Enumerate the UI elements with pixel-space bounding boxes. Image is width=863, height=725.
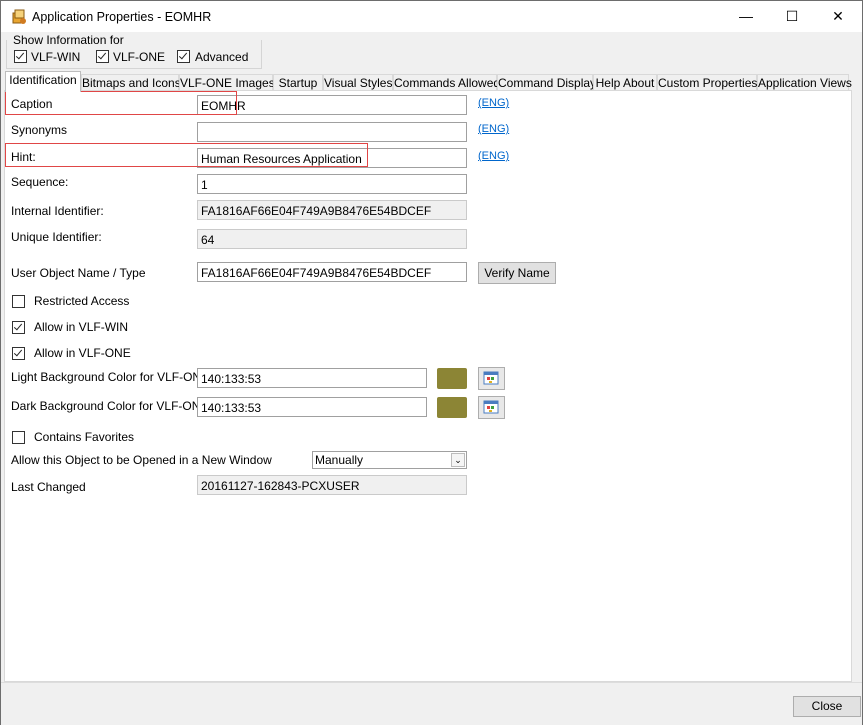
user-object-name-label: User Object Name / Type <box>11 266 146 280</box>
open-new-window-select[interactable]: Manually ⌄ <box>312 451 467 469</box>
dark-background-color-input[interactable]: 140:133:53 <box>197 397 427 417</box>
allow-vlf-win-checkbox[interactable] <box>12 321 25 334</box>
synonyms-label: Synonyms <box>11 123 68 137</box>
advanced-label: Advanced <box>195 50 249 64</box>
tab-visual-styles[interactable]: Visual Styles <box>323 74 393 91</box>
open-new-window-label: Allow this Object to be Opened in a New … <box>11 453 272 467</box>
allow-vlf-one-checkbox[interactable] <box>12 347 25 360</box>
close-icon: ✕ <box>832 8 844 24</box>
vlf-win-checkbox[interactable] <box>14 50 27 63</box>
light-color-picker-button[interactable] <box>478 367 505 390</box>
light-background-color-label: Light Background Color for VLF-ONE <box>11 370 210 384</box>
tab-custom-properties[interactable]: Custom Properties <box>657 74 757 91</box>
caption-input[interactable]: EOMHR <box>197 95 467 115</box>
contains-favorites-label: Contains Favorites <box>34 430 135 444</box>
close-window-button[interactable]: ✕ <box>815 1 861 32</box>
dark-background-color-swatch[interactable] <box>437 397 467 418</box>
maximize-button[interactable]: ☐ <box>769 1 815 32</box>
caption-language-link[interactable]: (ENG) <box>478 97 509 109</box>
allow-vlf-one-label: Allow in VLF-ONE <box>34 346 131 360</box>
vlf-win-label: VLF-WIN <box>31 50 81 64</box>
color-picker-icon <box>483 371 499 385</box>
synonyms-input[interactable] <box>197 122 467 142</box>
light-background-color-input[interactable]: 140:133:53 <box>197 368 427 388</box>
hint-highlight-box <box>5 143 368 167</box>
user-object-name-input[interactable]: FA1816AF66E04F749A9B8476E54BDCEF <box>197 262 467 282</box>
last-changed-label: Last Changed <box>11 480 86 494</box>
title-bar[interactable]: Application Properties - EOMHR — ☐ ✕ <box>1 1 862 32</box>
advanced-checkbox[interactable] <box>177 50 190 63</box>
tab-identification[interactable]: Identification <box>5 71 81 92</box>
close-button[interactable]: Close <box>793 696 861 717</box>
tab-command-display[interactable]: Command Display <box>497 74 596 91</box>
dialog-footer <box>1 682 862 725</box>
maximize-icon: ☐ <box>785 8 799 24</box>
tab-application-views[interactable]: Application Views <box>757 74 852 91</box>
vlf-one-label: VLF-ONE <box>113 50 166 64</box>
dark-background-color-label: Dark Background Color for VLF-ONE <box>11 399 209 413</box>
sequence-input[interactable]: 1 <box>197 174 467 194</box>
window-title: Application Properties - EOMHR <box>32 10 212 24</box>
hint-language-link[interactable]: (ENG) <box>478 150 509 162</box>
chevron-down-icon[interactable]: ⌄ <box>451 453 465 467</box>
unique-identifier-field: 64 <box>197 229 467 249</box>
tab-commands-allowed[interactable]: Commands Allowed <box>393 74 500 91</box>
allow-vlf-win-label: Allow in VLF-WIN <box>34 320 129 334</box>
open-new-window-value: Manually <box>315 453 364 467</box>
synonyms-language-link[interactable]: (ENG) <box>478 123 509 135</box>
restricted-access-checkbox[interactable] <box>12 295 25 308</box>
application-properties-window: Application Properties - EOMHR — ☐ ✕ Sho… <box>0 0 863 725</box>
light-background-color-swatch[interactable] <box>437 368 467 389</box>
minimize-icon: — <box>739 8 753 24</box>
show-information-legend: Show Information for <box>11 33 126 47</box>
restricted-access-label: Restricted Access <box>34 294 130 308</box>
caption-highlight-box <box>5 91 237 115</box>
vlf-one-checkbox[interactable] <box>96 50 109 63</box>
unique-identifier-label: Unique Identifier: <box>11 230 102 244</box>
tab-startup[interactable]: Startup <box>273 74 323 91</box>
minimize-button[interactable]: — <box>723 1 769 32</box>
last-changed-field: 20161127-162843-PCXUSER <box>197 475 467 495</box>
sequence-label: Sequence: <box>11 175 69 189</box>
color-picker-icon <box>483 400 499 414</box>
tab-help-about[interactable]: Help About <box>593 74 657 91</box>
dark-color-picker-button[interactable] <box>478 396 505 419</box>
internal-identifier-field: FA1816AF66E04F749A9B8476E54BDCEF <box>197 200 467 220</box>
tab-vlf-one-images[interactable]: VLF-ONE Images <box>179 74 275 91</box>
internal-identifier-label: Internal Identifier: <box>11 204 104 218</box>
app-icon <box>12 9 26 24</box>
contains-favorites-checkbox[interactable] <box>12 431 25 444</box>
verify-name-button[interactable]: Verify Name <box>478 262 556 284</box>
tab-bitmaps-and-icons[interactable]: Bitmaps and Icons <box>81 74 181 91</box>
